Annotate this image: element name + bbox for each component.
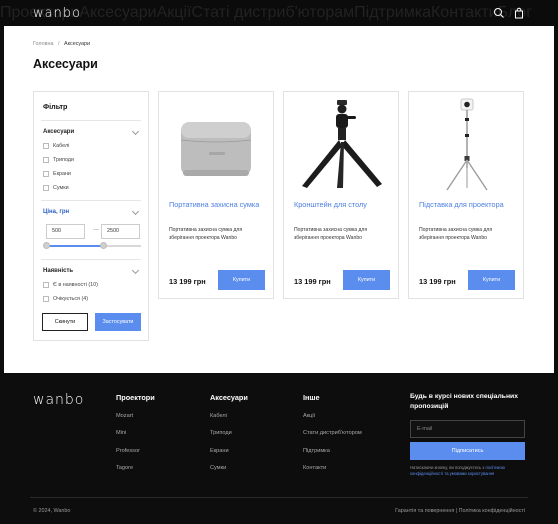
checkbox-screens[interactable]: Екрани <box>43 171 71 177</box>
product-price: 13 199 грн <box>294 277 331 286</box>
footer-link[interactable]: Екрани <box>210 448 229 454</box>
buy-button[interactable]: Купити <box>343 270 390 290</box>
page-title: Аксесуари <box>33 57 98 71</box>
footer-link[interactable]: Mozart <box>116 413 133 419</box>
checkbox-expected[interactable]: Очікується (4) <box>43 296 88 302</box>
checkbox-tripods[interactable]: Триподи <box>43 157 74 163</box>
checkbox-label: Очікується (4) <box>53 296 89 302</box>
product-name[interactable]: Підставка для проектора <box>419 200 515 210</box>
footer-link[interactable]: Акції <box>303 413 315 419</box>
price-range-max-handle[interactable] <box>99 242 107 249</box>
email-input[interactable]: E-mail <box>410 420 525 438</box>
nav-contacts[interactable]: Контакти <box>431 4 498 22</box>
filter-category-title[interactable]: Аксесуари <box>43 129 74 135</box>
footer-link[interactable]: Триподи <box>210 430 232 436</box>
footer-link[interactable]: Підтримка <box>303 448 330 454</box>
footer-link[interactable]: Tagore <box>116 465 133 471</box>
product-name[interactable]: Кронштейн для столу <box>294 200 390 210</box>
breadcrumb-home[interactable]: Головна <box>33 41 53 47</box>
apply-button[interactable]: Застосувати <box>95 313 141 331</box>
nav-distributors[interactable]: Статі дистриб'юторам <box>191 4 354 22</box>
footer-link[interactable]: Mini <box>116 430 126 436</box>
product-card[interactable]: Підставка для проектора Портативна захис… <box>408 91 524 299</box>
tripod-icon[interactable] <box>284 96 400 196</box>
checkbox-cables[interactable]: Кабелі <box>43 143 69 149</box>
legal-links[interactable]: Гарантія та повернення | Політика конфід… <box>395 508 525 514</box>
filter-panel: Фільтр Аксесуари Кабелі Триподи Екрани С… <box>33 91 149 341</box>
checkbox-box[interactable] <box>43 296 49 302</box>
buy-button[interactable]: Купити <box>468 270 515 290</box>
product-description: Портативна захисна сумка для зберігання … <box>169 227 243 241</box>
logo[interactable]: wanbo <box>33 6 81 21</box>
filter-price-title[interactable]: Ціна, грн <box>43 209 69 215</box>
price-max-input[interactable]: 2500 <box>101 224 140 239</box>
product-description: Портативна захисна сумка для зберігання … <box>419 227 493 241</box>
divider <box>41 200 141 201</box>
search-icon[interactable] <box>493 7 505 19</box>
nav-support[interactable]: Підтримка <box>354 4 431 22</box>
breadcrumb-separator: / <box>57 41 60 47</box>
price-min-input[interactable]: 500 <box>46 224 85 239</box>
footer-column-title: Аксесуари <box>210 393 248 402</box>
divider <box>41 120 141 121</box>
filter-title: Фільтр <box>43 102 68 111</box>
chevron-down-icon[interactable] <box>131 207 140 216</box>
product-price: 13 199 грн <box>169 277 206 286</box>
checkbox-box[interactable] <box>43 282 49 288</box>
consent-text: Натискаючи кнопку, ви погоджуєтесь з пол… <box>410 465 528 477</box>
checkbox-label: Є в наявності (10) <box>53 282 98 288</box>
breadcrumb: Головна / Аксесуари <box>33 41 90 47</box>
footer-link[interactable]: Стати дистриб'ютором <box>303 430 362 436</box>
chevron-down-icon[interactable] <box>131 266 140 275</box>
footer-link[interactable]: Кабелі <box>210 413 227 419</box>
site-header: wanbo Проектори Аксесуари Акції Статі ди… <box>0 0 558 26</box>
stand-icon[interactable] <box>409 96 525 196</box>
product-price: 13 199 грн <box>419 277 456 286</box>
price-range-fill <box>46 245 103 247</box>
nav-accessories[interactable]: Аксесуари <box>79 4 156 22</box>
price-range-min-handle[interactable] <box>42 242 50 249</box>
footer-logo[interactable]: wanbo <box>33 392 84 408</box>
footer-column-title: Інше <box>303 393 320 402</box>
checkbox-in-stock[interactable]: Є в наявності (10) <box>43 282 98 288</box>
checkbox-label: Екрани <box>53 171 71 177</box>
reset-button[interactable]: Скинути <box>42 313 88 331</box>
checkbox-box[interactable] <box>43 157 49 163</box>
price-dash: — <box>93 227 99 233</box>
breadcrumb-current: Аксесуари <box>63 41 91 47</box>
bag-icon[interactable] <box>159 96 275 196</box>
nav-promotions[interactable]: Акції <box>157 4 192 22</box>
chevron-down-icon[interactable] <box>131 127 140 136</box>
checkbox-label: Сумки <box>53 185 69 191</box>
checkbox-bags[interactable]: Сумки <box>43 185 69 191</box>
divider <box>41 259 141 260</box>
site-footer: wanbo Проектори Mozart Mini Professor Ta… <box>0 373 558 524</box>
product-description: Портативна захисна сумка для зберігання … <box>294 227 368 241</box>
newsletter-title: Будь в курсі нових спеціальних пропозиці… <box>410 393 519 410</box>
consent-text-body: Натискаючи кнопку, ви погоджуєтесь з <box>410 465 486 470</box>
product-card[interactable]: Кронштейн для столу Портативна захисна с… <box>283 91 399 299</box>
footer-divider <box>30 497 528 498</box>
footer-link[interactable]: Контакти <box>303 465 326 471</box>
product-card[interactable]: Портативна захисна сумка Портативна захи… <box>158 91 274 299</box>
checkbox-box[interactable] <box>43 143 49 149</box>
checkbox-label: Триподи <box>53 157 74 163</box>
footer-column-title: Проектори <box>116 393 155 402</box>
footer-link[interactable]: Professor <box>116 448 140 454</box>
product-name[interactable]: Портативна захисна сумка <box>169 200 265 210</box>
checkbox-box[interactable] <box>43 171 49 177</box>
main-content: Головна / Аксесуари Аксесуари Фільтр Акс… <box>4 26 554 373</box>
filter-availability-title[interactable]: Наявність <box>43 268 73 274</box>
subscribe-button[interactable]: Підписатись <box>410 442 525 460</box>
checkbox-label: Кабелі <box>53 143 70 149</box>
checkbox-box[interactable] <box>43 185 49 191</box>
cart-icon[interactable] <box>513 7 525 19</box>
buy-button[interactable]: Купити <box>218 270 265 290</box>
copyright: © 2024, Wanbo <box>33 508 71 514</box>
footer-link[interactable]: Сумки <box>210 465 226 471</box>
